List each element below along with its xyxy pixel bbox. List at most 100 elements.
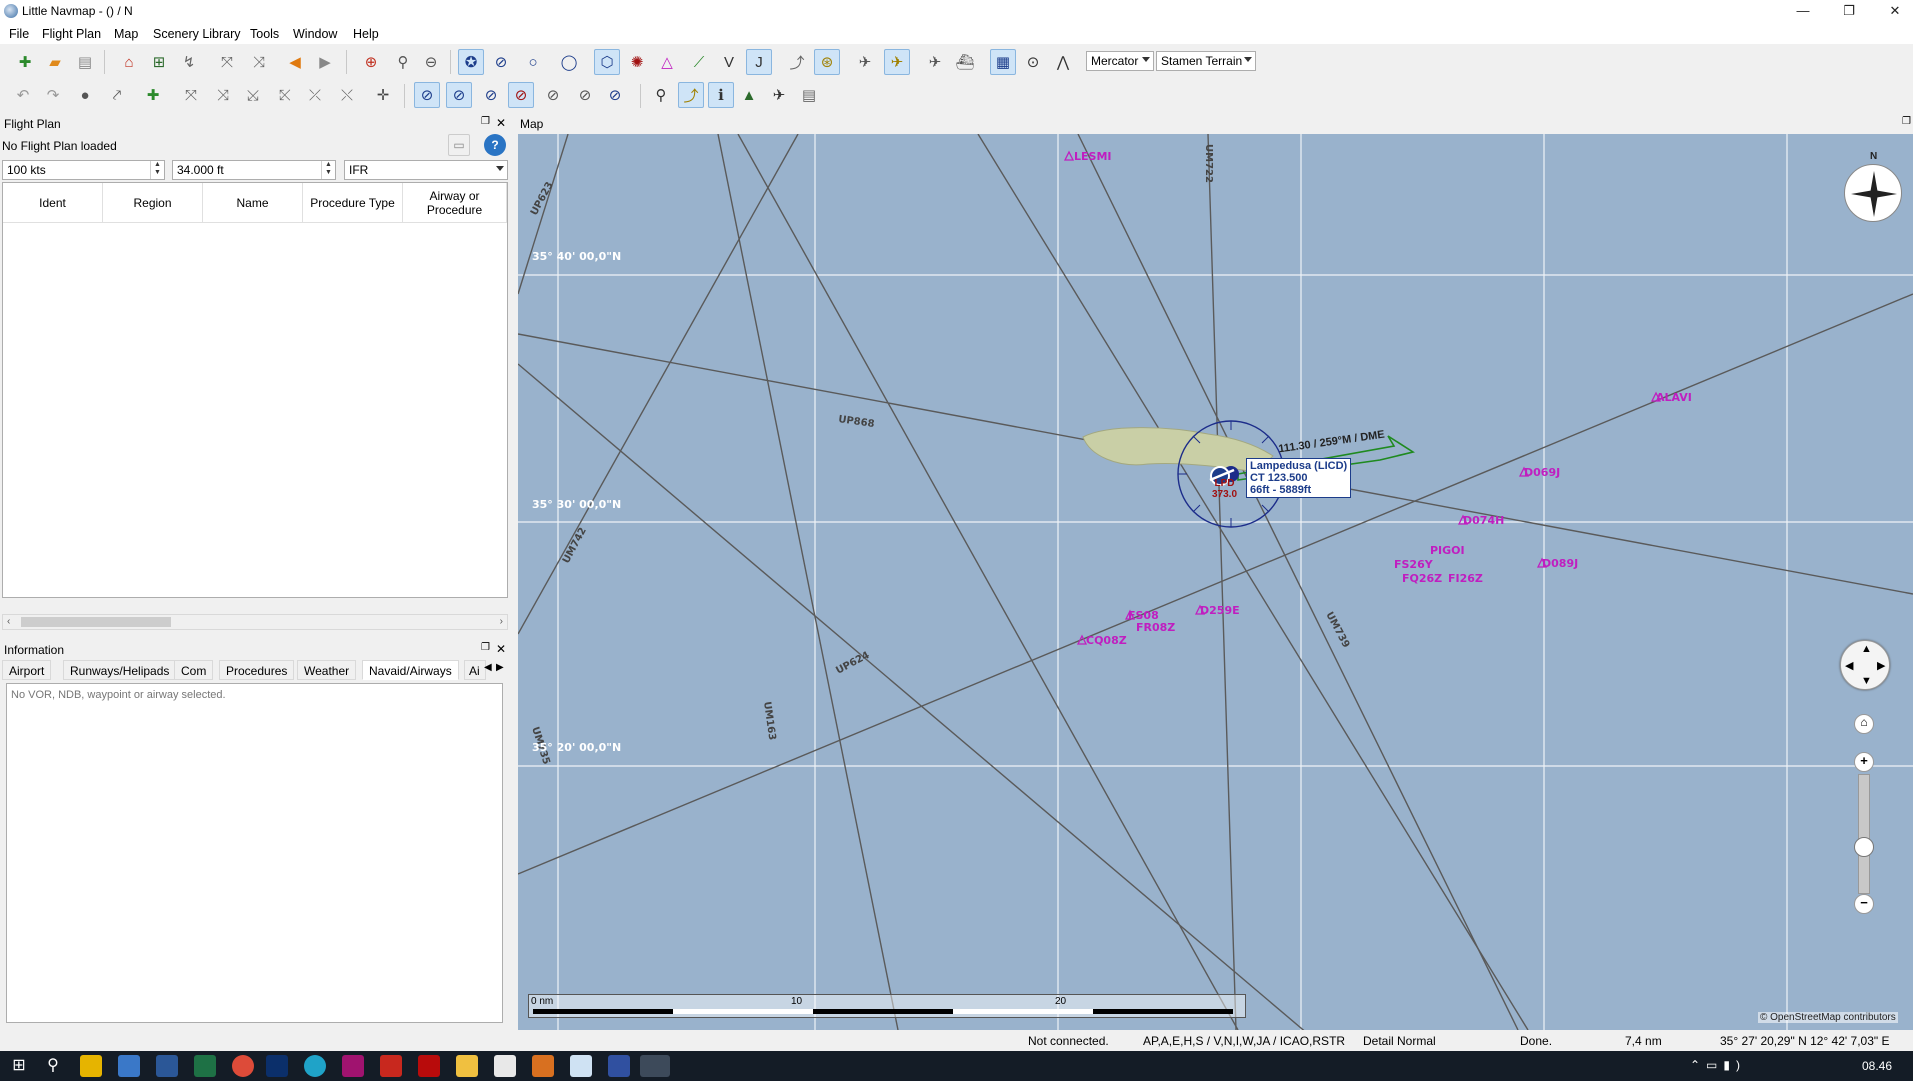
column-ident[interactable]: Ident bbox=[3, 183, 103, 223]
soft-airports-icon[interactable]: ⊘ bbox=[488, 49, 514, 75]
scroll-thumb[interactable] bbox=[21, 617, 171, 627]
zoom-out-icon[interactable]: ⊖ bbox=[418, 49, 444, 75]
undo-icon[interactable]: ↶ bbox=[10, 82, 36, 108]
map-zoom-out-icon[interactable]: − bbox=[1854, 894, 1874, 914]
save-icon[interactable]: ▤ bbox=[72, 49, 98, 75]
airspace-other-icon[interactable]: ⊘ bbox=[572, 82, 598, 108]
word-icon[interactable] bbox=[156, 1055, 178, 1077]
victor-airways-icon[interactable]: V bbox=[716, 49, 742, 75]
redo-icon[interactable]: ↷ bbox=[40, 82, 66, 108]
pan-control[interactable]: ▲ ▼ ◀ ▶ bbox=[1840, 640, 1890, 690]
calculator-icon[interactable] bbox=[494, 1055, 516, 1077]
system-tray-icons[interactable]: ⌃▭▮) bbox=[1690, 1058, 1746, 1072]
route-airways-icon[interactable]: ⤧ bbox=[214, 49, 240, 75]
taskbar-search-icon[interactable]: ⚲ bbox=[42, 1055, 64, 1077]
search-icon[interactable]: ⚲ bbox=[648, 82, 674, 108]
legend-icon[interactable]: ▤ bbox=[796, 82, 822, 108]
waypoint-fi26z[interactable]: FI26Z bbox=[1448, 572, 1483, 585]
pan-up-icon[interactable]: ▲ bbox=[1861, 643, 1872, 655]
tab-airport[interactable]: Airport bbox=[2, 660, 52, 680]
leg-6-icon[interactable]: ⤬ bbox=[334, 82, 360, 108]
tab-weather[interactable]: Weather bbox=[297, 660, 357, 680]
menu-tools[interactable]: Tools bbox=[250, 27, 279, 41]
tab-ai[interactable]: Ai bbox=[464, 660, 486, 680]
zoom-slider-track[interactable] bbox=[1858, 774, 1870, 894]
aircraft-window-icon[interactable]: ✈ bbox=[766, 82, 792, 108]
airspace-icao-icon[interactable]: ⊘ bbox=[446, 82, 472, 108]
tab-scroll-left-icon[interactable]: ◀ bbox=[484, 662, 492, 673]
photoshop-icon[interactable] bbox=[266, 1055, 288, 1077]
open-folder-icon[interactable]: ▰ bbox=[42, 49, 68, 75]
waypoint-alavi[interactable]: ALAVI bbox=[1656, 391, 1692, 404]
zoom-slider-handle[interactable] bbox=[1854, 837, 1874, 857]
menu-flight-plan[interactable]: Flight Plan bbox=[42, 27, 101, 41]
airspace-restricted-icon[interactable]: ⊘ bbox=[508, 82, 534, 108]
app-15-icon[interactable] bbox=[608, 1055, 630, 1077]
help-icon[interactable]: ? bbox=[484, 134, 506, 156]
float-info-icon[interactable]: ❐ bbox=[481, 642, 490, 653]
waypoint-cq08z[interactable]: CQ08Z bbox=[1086, 634, 1127, 647]
app-2-icon[interactable] bbox=[118, 1055, 140, 1077]
addon-airports-icon[interactable]: ◯ bbox=[556, 49, 582, 75]
flightplan-hscrollbar[interactable]: ‹ › bbox=[2, 614, 508, 630]
select-route-icon[interactable]: ⤤ bbox=[104, 82, 130, 108]
waypoint-pigoi[interactable]: PIGOI bbox=[1430, 544, 1465, 557]
menu-file[interactable]: File bbox=[9, 27, 29, 41]
info-window-icon[interactable]: ℹ bbox=[708, 82, 734, 108]
route-direct-icon[interactable]: ⤨ bbox=[246, 49, 272, 75]
app-11-icon[interactable] bbox=[456, 1055, 478, 1077]
forward-arrow-icon[interactable]: ▶ bbox=[312, 49, 338, 75]
altitude-spinner[interactable]: ▲ ▼ bbox=[321, 161, 335, 179]
theme-select[interactable]: Stamen Terrain bbox=[1156, 51, 1256, 71]
littlenavmap-taskbar-icon[interactable] bbox=[640, 1055, 670, 1077]
flightplan-window-icon[interactable]: ⤴ bbox=[678, 82, 704, 108]
zoom-in-icon[interactable]: ⊕ bbox=[358, 49, 384, 75]
ai-aircraft-icon[interactable]: ✈ bbox=[922, 49, 948, 75]
menu-window[interactable]: Window bbox=[293, 27, 337, 41]
speed-field[interactable]: 100 kts ▲ ▼ bbox=[2, 160, 165, 180]
tab-runways[interactable]: Runways/Helipads bbox=[63, 660, 177, 680]
waypoint-fq26z[interactable]: FQ26Z bbox=[1402, 572, 1442, 585]
close-info-icon[interactable]: ✕ bbox=[496, 642, 506, 656]
pan-down-icon[interactable]: ▼ bbox=[1861, 675, 1872, 687]
column-procedure-type[interactable]: Procedure Type bbox=[303, 183, 403, 223]
waypoint-d259e[interactable]: D259E bbox=[1200, 604, 1240, 617]
waypoint-fs26y[interactable]: FS26Y bbox=[1394, 558, 1434, 571]
excel-icon[interactable] bbox=[194, 1055, 216, 1077]
speed-spinner[interactable]: ▲ ▼ bbox=[150, 161, 164, 179]
vor-icon[interactable]: ⬡ bbox=[594, 49, 620, 75]
column-airway-procedure[interactable]: Airway or Procedure bbox=[403, 183, 507, 223]
map-zoom-in-icon[interactable]: + bbox=[1854, 752, 1874, 772]
float-map-icon[interactable]: ❐ bbox=[1902, 116, 1911, 127]
tab-com[interactable]: Com bbox=[174, 660, 214, 680]
airspace-special-icon[interactable]: ⊘ bbox=[540, 82, 566, 108]
close-button[interactable]: ✕ bbox=[1872, 0, 1913, 24]
explorer-icon[interactable] bbox=[80, 1055, 102, 1077]
waypoint-lesmi[interactable]: LESMI bbox=[1074, 150, 1112, 163]
close-panel-icon[interactable]: ✕ bbox=[496, 116, 506, 130]
elevation-profile-icon[interactable]: ▲ bbox=[736, 82, 762, 108]
empty-airports-icon[interactable]: ○ bbox=[520, 49, 546, 75]
grid-icon[interactable]: ▦ bbox=[990, 49, 1016, 75]
track-icon[interactable]: ⤴ bbox=[784, 49, 810, 75]
ndb-icon[interactable]: ✺ bbox=[624, 49, 650, 75]
waypoint-fr08z[interactable]: FR08Z bbox=[1136, 621, 1175, 634]
jet-airways-icon[interactable]: J bbox=[746, 49, 772, 75]
aircraft-icon[interactable]: ✈ bbox=[852, 49, 878, 75]
app-7-icon[interactable] bbox=[304, 1055, 326, 1077]
ai-ship-icon[interactable]: ⛴ bbox=[952, 49, 978, 75]
tab-procedures[interactable]: Procedures bbox=[219, 660, 295, 680]
minimize-button[interactable]: — bbox=[1780, 0, 1826, 24]
elevation-icon[interactable]: ⋀ bbox=[1050, 49, 1076, 75]
scroll-right-icon[interactable]: › bbox=[500, 616, 503, 627]
leg-5-icon[interactable]: ⤫ bbox=[302, 82, 328, 108]
flightplan-table[interactable]: Ident Region Name Procedure Type Airway … bbox=[2, 182, 508, 598]
airport-label[interactable]: Lampedusa (LICD) CT 123.500 66ft - 5889f… bbox=[1246, 458, 1352, 498]
column-region[interactable]: Region bbox=[103, 183, 203, 223]
waypoint-icon[interactable]: △ bbox=[654, 49, 680, 75]
waypoint-d074h[interactable]: D074H bbox=[1463, 514, 1504, 527]
indesign-icon[interactable] bbox=[342, 1055, 364, 1077]
airports-icon[interactable]: ✪ bbox=[458, 49, 484, 75]
ils-icon[interactable]: ⟋ bbox=[686, 49, 712, 75]
map-attribution[interactable]: © OpenStreetMap contributors bbox=[1758, 1012, 1898, 1023]
